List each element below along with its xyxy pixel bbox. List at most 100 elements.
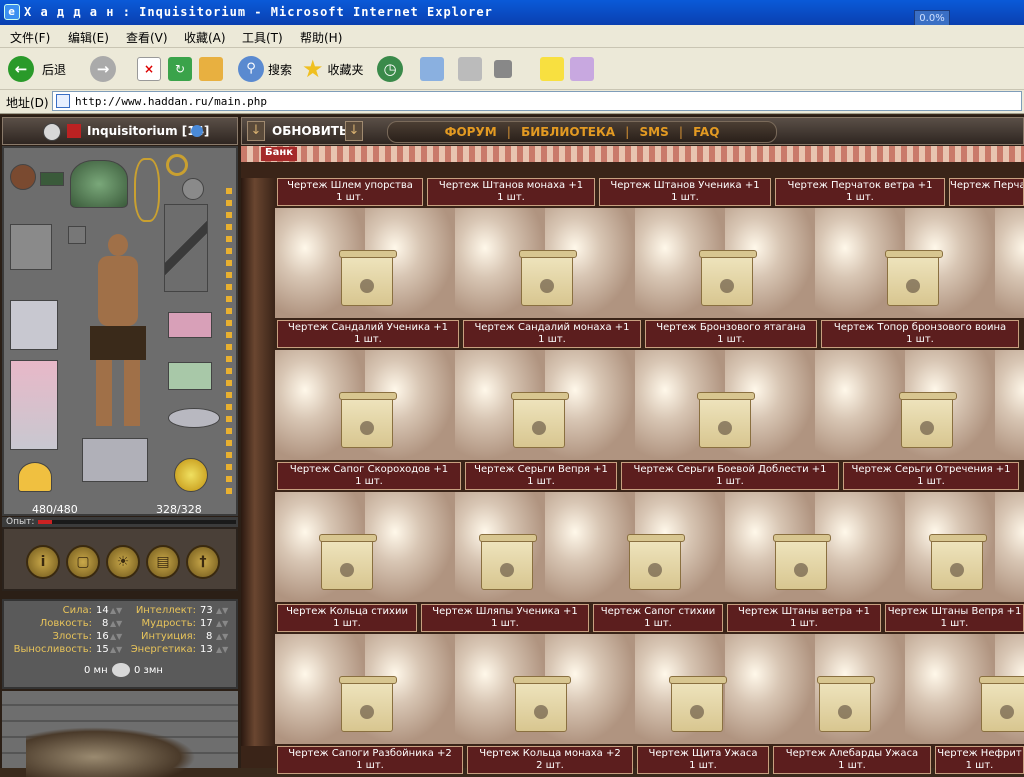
blueprint-scroll-icon[interactable] bbox=[669, 676, 727, 732]
stat-arrow-icon[interactable]: ▲▼ bbox=[110, 645, 122, 654]
menu-edit[interactable]: 编辑(E) bbox=[68, 29, 109, 46]
info-icon[interactable] bbox=[191, 125, 203, 137]
bank-item-label[interactable]: Чертеж Сапоги Разбойника +2 1 шт. bbox=[277, 746, 463, 774]
link-faq[interactable]: FAQ bbox=[693, 125, 719, 139]
bracers-slot[interactable] bbox=[168, 362, 212, 390]
refresh-arrow-icon[interactable]: ↓ bbox=[247, 121, 265, 141]
sword-slot[interactable] bbox=[164, 204, 208, 292]
bank-item-label[interactable]: Чертеж Серьги Отречения +1 1 шт. bbox=[843, 462, 1019, 490]
link-sms[interactable]: SMS bbox=[639, 125, 668, 139]
book-button[interactable]: ▤ bbox=[146, 545, 180, 579]
link-library[interactable]: БИБЛИОТЕКА bbox=[521, 125, 615, 139]
chest-armor-slot[interactable] bbox=[10, 300, 58, 350]
heart-icon[interactable] bbox=[18, 462, 52, 492]
bank-item-label[interactable]: Чертеж Штанов монаха +1 1 шт. bbox=[427, 178, 595, 206]
bank-item-label[interactable]: Чертеж Бронзового ятагана 1 шт. bbox=[645, 320, 817, 348]
sun-icon[interactable] bbox=[174, 458, 208, 492]
blueprint-scroll-icon[interactable] bbox=[339, 676, 397, 732]
blueprint-scroll-icon[interactable] bbox=[773, 534, 831, 590]
blueprint-scroll-icon[interactable] bbox=[319, 534, 377, 590]
refresh-browser-button[interactable]: ↻ bbox=[168, 54, 192, 84]
gloves-slot[interactable] bbox=[168, 312, 212, 338]
home-button[interactable] bbox=[199, 54, 223, 84]
mail-button[interactable] bbox=[420, 54, 444, 84]
blueprint-scroll-icon[interactable] bbox=[339, 250, 397, 306]
bank-item-label[interactable]: Чертеж Нефрит 1 шт. bbox=[935, 746, 1024, 774]
sword-button[interactable]: † bbox=[186, 545, 220, 579]
refresh-arrow-icon-right[interactable]: ↓ bbox=[345, 121, 363, 141]
blueprint-scroll-icon[interactable] bbox=[817, 676, 875, 732]
belt-slot[interactable] bbox=[168, 408, 220, 428]
stat-arrow-icon[interactable]: ▲▼ bbox=[110, 606, 122, 615]
bank-item-label[interactable]: Чертеж Штанов Ученика +1 1 шт. bbox=[599, 178, 771, 206]
legs-armor-slot[interactable] bbox=[10, 360, 58, 450]
bank-item-label[interactable]: Чертеж Штаны ветра +1 1 шт. bbox=[727, 604, 881, 632]
item-quantity: 1 шт. bbox=[538, 334, 566, 345]
bank-item-label[interactable]: Чертеж Кольца стихии 1 шт. bbox=[277, 604, 417, 632]
bank-item-label[interactable]: Чертеж Серьги Боевой Доблести +1 1 шт. bbox=[621, 462, 839, 490]
discuss-button[interactable] bbox=[540, 54, 564, 84]
blueprint-scroll-icon[interactable] bbox=[627, 534, 685, 590]
armor-slot[interactable] bbox=[10, 224, 52, 270]
blueprint-scroll-icon[interactable] bbox=[929, 534, 987, 590]
menu-tools[interactable]: 工具(T) bbox=[242, 29, 283, 46]
stat-arrow-icon[interactable]: ▲▼ bbox=[216, 645, 228, 654]
bank-item-label[interactable]: Чертеж Серьги Вепря +1 1 шт. bbox=[465, 462, 617, 490]
blueprint-scroll-icon[interactable] bbox=[979, 676, 1024, 732]
link-forum[interactable]: ФОРУМ bbox=[445, 125, 497, 139]
blueprint-scroll-icon[interactable] bbox=[479, 534, 537, 590]
history-button[interactable]: ◷ bbox=[377, 54, 403, 84]
stat-arrow-icon[interactable]: ▲▼ bbox=[216, 619, 228, 628]
refresh-button[interactable]: ОБНОВИТЬ bbox=[272, 124, 348, 138]
item-quantity: 1 шт. bbox=[354, 334, 382, 345]
bank-item-label[interactable]: Чертеж Перча bbox=[949, 178, 1024, 206]
bank-item-label[interactable]: Чертеж Шлем упорства 1 шт. bbox=[277, 178, 423, 206]
blueprint-scroll-icon[interactable] bbox=[699, 250, 757, 306]
bank-item-label[interactable]: Чертеж Сандалий Ученика +1 1 шт. bbox=[277, 320, 459, 348]
forward-button[interactable]: → bbox=[90, 54, 116, 84]
blueprint-scroll-icon[interactable] bbox=[513, 676, 571, 732]
blueprint-scroll-icon[interactable] bbox=[885, 250, 943, 306]
blueprint-scroll-icon[interactable] bbox=[519, 250, 577, 306]
bank-item-label[interactable]: Чертеж Алебарды Ужаса 1 шт. bbox=[773, 746, 931, 774]
bank-item-label[interactable]: Чертеж Кольца монаха +2 2 шт. bbox=[467, 746, 633, 774]
bank-item-label[interactable]: Чертеж Топор бронзового воина 1 шт. bbox=[821, 320, 1019, 348]
bank-item-label[interactable]: Чертеж Шляпы Ученика +1 1 шт. bbox=[421, 604, 589, 632]
bank-item-label[interactable]: Чертеж Сапог Скороходов +1 1 шт. bbox=[277, 462, 461, 490]
bank-item-label[interactable]: Чертеж Перчаток ветра +1 1 шт. bbox=[775, 178, 945, 206]
edit-button[interactable] bbox=[494, 54, 512, 84]
back-button[interactable]: ← 后退 bbox=[8, 54, 66, 84]
ring-slot-1[interactable] bbox=[166, 154, 188, 176]
bank-item-label[interactable]: Чертеж Сапог стихии 1 шт. bbox=[593, 604, 723, 632]
blueprint-scroll-icon[interactable] bbox=[899, 392, 957, 448]
boots-slot[interactable] bbox=[82, 438, 148, 482]
bank-item-label[interactable]: Чертеж Штаны Вепря +1 1 шт. bbox=[885, 604, 1024, 632]
menu-favorites[interactable]: 收藏(A) bbox=[184, 29, 226, 46]
info-button[interactable]: i bbox=[26, 545, 60, 579]
stat-arrow-icon[interactable]: ▲▼ bbox=[216, 606, 228, 615]
search-button[interactable]: ⚲ 搜索 bbox=[238, 54, 292, 84]
favorites-button[interactable]: ★ 收藏夹 bbox=[302, 54, 364, 84]
glasses-slot[interactable] bbox=[40, 172, 64, 186]
ring-slot-2[interactable] bbox=[182, 178, 204, 200]
abilities-button[interactable]: ☀ bbox=[106, 545, 140, 579]
blueprint-scroll-icon[interactable] bbox=[339, 392, 397, 448]
stop-button[interactable]: × bbox=[137, 54, 161, 84]
inventory-button[interactable]: ▢ bbox=[66, 545, 100, 579]
bank-item-label[interactable]: Чертеж Щита Ужаса 1 шт. bbox=[637, 746, 769, 774]
blueprint-scroll-icon[interactable] bbox=[511, 392, 569, 448]
crown-slot[interactable] bbox=[70, 160, 128, 208]
bank-item-label[interactable]: Чертеж Сандалий монаха +1 1 шт. bbox=[463, 320, 641, 348]
amulet-slot[interactable] bbox=[10, 164, 36, 190]
research-button[interactable] bbox=[570, 54, 594, 84]
stat-arrow-icon[interactable]: ▲▼ bbox=[110, 632, 122, 641]
print-button[interactable] bbox=[458, 54, 482, 84]
blueprint-scroll-icon[interactable] bbox=[697, 392, 755, 448]
menu-view[interactable]: 查看(V) bbox=[126, 29, 168, 46]
address-input[interactable]: http://www.haddan.ru/main.php bbox=[52, 91, 1022, 111]
stat-arrow-icon[interactable]: ▲▼ bbox=[216, 632, 228, 641]
necklace-slot[interactable] bbox=[134, 158, 160, 222]
stat-arrow-icon[interactable]: ▲▼ bbox=[110, 619, 122, 628]
menu-help[interactable]: 帮助(H) bbox=[300, 29, 342, 46]
menu-file[interactable]: 文件(F) bbox=[10, 29, 50, 46]
